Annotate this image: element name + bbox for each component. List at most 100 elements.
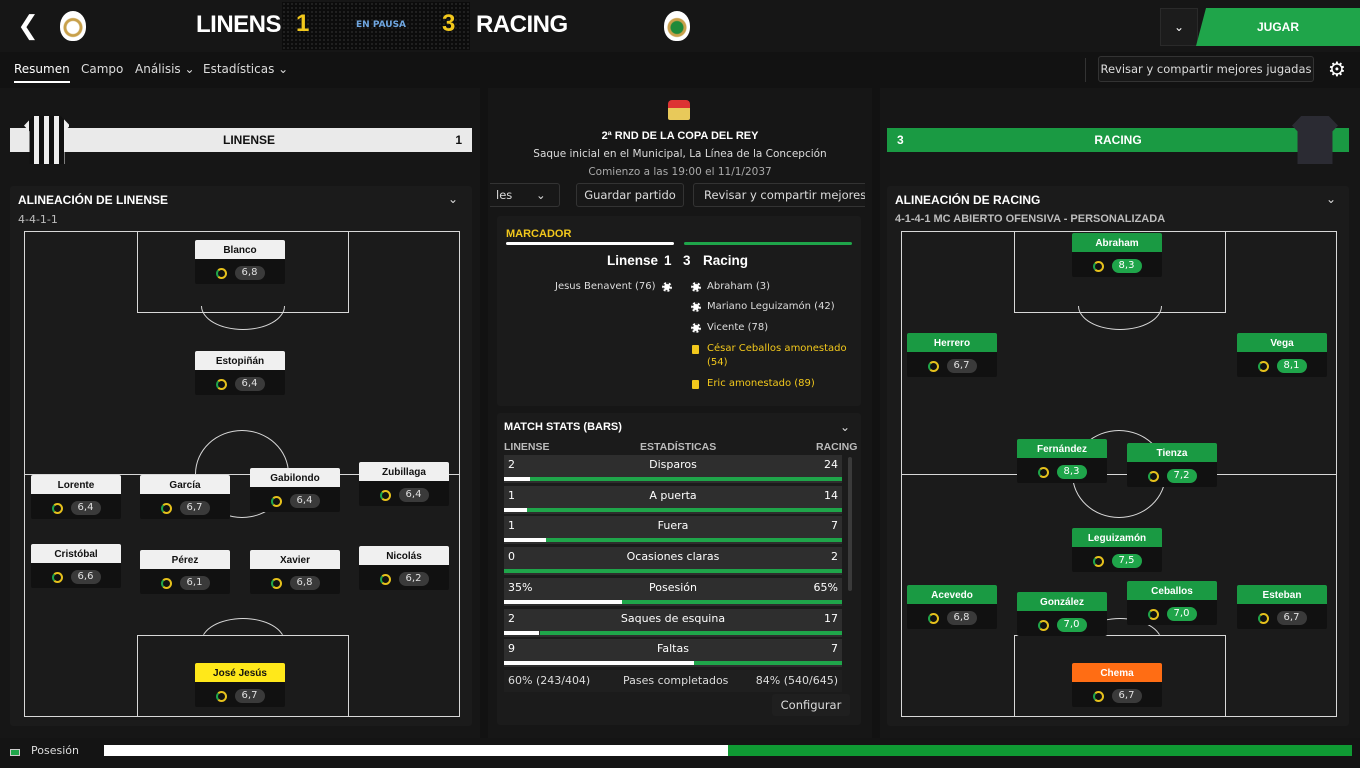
form-icon	[270, 495, 282, 507]
details-dropdown-button[interactable]: les ⌄	[490, 183, 560, 207]
player-name: Cristóbal	[31, 544, 121, 566]
form-icon	[1257, 360, 1269, 372]
stat-row: 35% Posesión 65%	[504, 577, 842, 606]
play-button[interactable]: JUGAR	[1196, 8, 1360, 46]
stat-home-bar	[504, 507, 527, 512]
home-lineup-title: ALINEACIÓN DE LINENSE	[18, 193, 169, 207]
rating-row: 6,7	[907, 355, 997, 377]
away-event: Mariano Leguizamón (42)	[707, 301, 835, 312]
away-bar-name: RACING	[1094, 133, 1142, 147]
home-player-card[interactable]: Xavier 6,8	[250, 550, 340, 594]
ball-icon	[691, 302, 701, 312]
tab-resumen[interactable]: Resumen	[14, 62, 70, 83]
away-formation: 4-1-4-1 MC ABIERTO OFENSIVA - PERSONALIZ…	[895, 213, 1166, 225]
home-player-card[interactable]: Blanco 6,8	[195, 240, 285, 284]
tab-campo[interactable]: Campo	[81, 62, 123, 76]
player-name: Esteban	[1237, 585, 1327, 607]
share-highlights-button[interactable]: Revisar y compartir mejores jugadas	[1098, 56, 1314, 82]
away-player-card[interactable]: Abraham 8,3	[1072, 233, 1162, 277]
rating-row: 8,3	[1072, 255, 1162, 277]
away-player-card[interactable]: Esteban 6,7	[1237, 585, 1327, 629]
tab-estadisticas[interactable]: Estadísticas ⌄	[203, 62, 288, 76]
stat-away: 65%	[813, 580, 838, 594]
home-player-card[interactable]: García 6,7	[140, 475, 230, 519]
chevron-down-icon[interactable]: ⌄	[840, 420, 850, 434]
chevron-down-icon[interactable]: ⌄	[448, 192, 458, 206]
save-match-button[interactable]: Guardar partido	[576, 183, 684, 207]
share-highlights-button[interactable]: Revisar y compartir mejores ju	[693, 183, 865, 207]
home-player-card[interactable]: Gabilondo 6,4	[250, 468, 340, 512]
passes-home: 60% (243/404)	[508, 674, 591, 687]
player-name: Xavier	[250, 550, 340, 572]
stat-row: 0 Ocasiones claras 2	[504, 547, 842, 576]
home-score: 1	[296, 10, 310, 37]
form-icon	[379, 489, 391, 501]
stat-label: Fuera	[657, 519, 689, 533]
away-player-card[interactable]: Vega 8,1	[1237, 333, 1327, 377]
player-rating: 7,5	[1111, 554, 1142, 568]
scrollbar[interactable]	[848, 457, 852, 591]
stat-row: 2 Disparos 24	[504, 455, 842, 483]
stat-away-bar	[622, 599, 842, 604]
match-status: EN PAUSA	[356, 20, 407, 30]
ball-icon	[662, 282, 672, 292]
away-crest-icon	[664, 11, 690, 41]
stat-away-bar	[546, 538, 842, 543]
home-player-card[interactable]: Lorente 6,4	[31, 475, 121, 519]
stat-away-bar	[694, 661, 842, 666]
passes-away: 84% (540/645)	[755, 674, 838, 687]
form-icon	[379, 573, 391, 585]
home-player-card[interactable]: Estopiñán 6,4	[195, 351, 285, 395]
away-player-card[interactable]: González 7,0	[1017, 592, 1107, 636]
rating-row: 6,6	[31, 566, 121, 588]
away-player-card[interactable]: Leguizamón 7,5	[1072, 528, 1162, 572]
divider	[1085, 58, 1086, 82]
gear-icon[interactable]: ⚙	[1324, 56, 1350, 82]
away-player-card[interactable]: Tienza 7,2	[1127, 443, 1217, 487]
form-icon	[51, 571, 63, 583]
rating-row: 7,5	[1072, 550, 1162, 572]
home-player-card[interactable]: Pérez 6,1	[140, 550, 230, 594]
home-player-card[interactable]: Nicolás 6,2	[359, 546, 449, 590]
player-rating: 6,1	[179, 576, 210, 590]
player-name: González	[1017, 592, 1107, 614]
form-icon	[927, 360, 939, 372]
away-kit-icon	[1292, 116, 1338, 164]
stat-row: 2 Saques de esquina 17	[504, 608, 842, 637]
home-player-card[interactable]: Zubillaga 6,4	[359, 462, 449, 506]
away-player-card[interactable]: Acevedo 6,8	[907, 585, 997, 629]
scoreline-home-score: 1	[664, 253, 672, 268]
player-rating: 6,8	[946, 611, 977, 625]
chevron-down-icon[interactable]: ⌄	[1160, 8, 1198, 46]
player-name: Nicolás	[359, 546, 449, 568]
player-name: Acevedo	[907, 585, 997, 607]
yellow-card-icon	[692, 380, 699, 389]
away-event-cont: (54)	[707, 357, 728, 368]
venue-text: Saque inicial en el Municipal, La Línea …	[533, 148, 827, 160]
away-player-card[interactable]: Chema 6,7	[1072, 663, 1162, 707]
stat-row: 1 Fuera 7	[504, 516, 842, 545]
stat-label: Ocasiones claras	[626, 550, 720, 564]
stat-away: 17	[824, 611, 838, 625]
configure-button[interactable]: Configurar	[772, 694, 850, 716]
away-player-card[interactable]: Fernández 8,3	[1017, 439, 1107, 483]
form-icon	[215, 378, 227, 390]
player-rating: 6,8	[234, 266, 265, 280]
player-name: Zubillaga	[359, 462, 449, 484]
stat-label: Faltas	[657, 642, 689, 656]
form-icon	[270, 577, 282, 589]
home-player-card[interactable]: Cristóbal 6,6	[31, 544, 121, 588]
away-color-line	[684, 242, 852, 245]
tab-analisis[interactable]: Análisis ⌄	[135, 62, 195, 76]
player-rating: 6,4	[234, 377, 265, 391]
home-player-card[interactable]: José Jesús 6,7	[195, 663, 285, 707]
player-name: Fernández	[1017, 439, 1107, 461]
chevron-down-icon[interactable]: ⌄	[1326, 192, 1336, 206]
away-player-card[interactable]: Ceballos 7,0	[1127, 581, 1217, 625]
rating-row: 6,4	[31, 497, 121, 519]
stat-away: 2	[831, 550, 838, 564]
away-player-card[interactable]: Herrero 6,7	[907, 333, 997, 377]
form-icon	[160, 577, 172, 589]
back-icon[interactable]: ❮	[14, 12, 42, 40]
form-icon	[160, 502, 172, 514]
